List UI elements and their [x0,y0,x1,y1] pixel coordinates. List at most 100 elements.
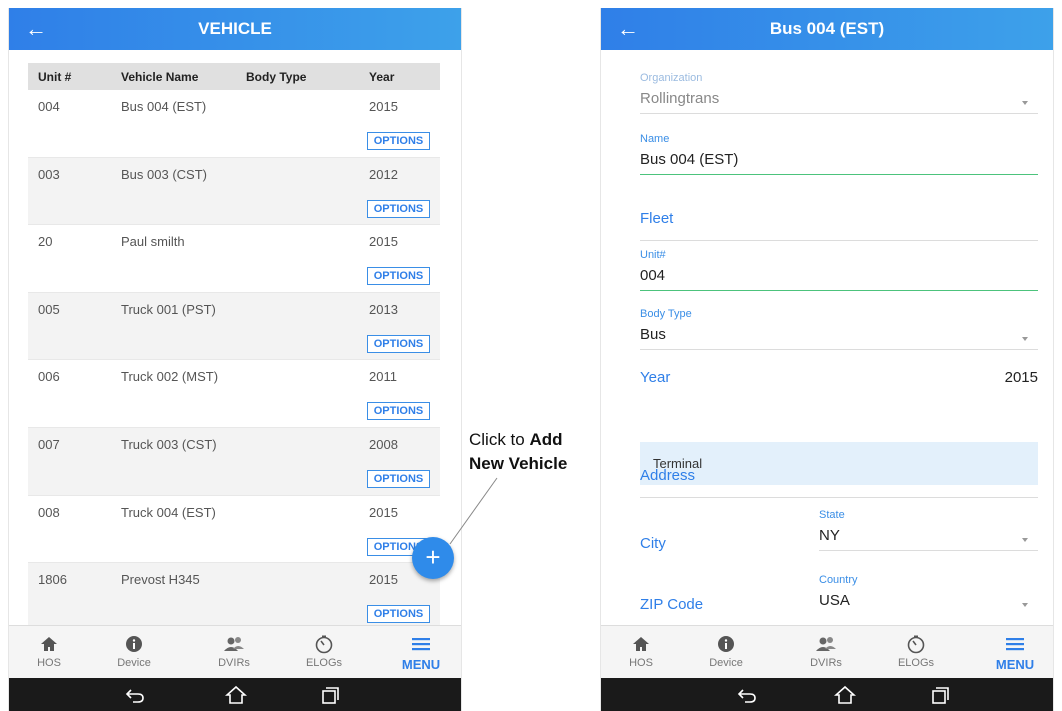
state-field[interactable]: State NY [819,509,1038,551]
field-label: Address [640,467,696,484]
nav-label: HOS [37,657,61,669]
back-icon[interactable] [736,685,758,705]
field-value: Rollingtrans [640,90,720,107]
home-button-icon[interactable] [225,685,247,705]
people-icon [816,637,836,651]
app-bar: ← Bus 004 (EST) [601,8,1053,50]
people-icon [224,637,244,651]
table-row[interactable]: 007 Truck 003 (CST) 2008 OPTIONS [28,427,440,496]
field-label: Year [640,369,671,386]
page-title: VEHICLE [198,19,272,38]
nav-item-dvirs[interactable]: DVIRs [786,626,866,679]
cell-vehicle-name: Truck 002 (MST) [121,369,219,385]
header-vehicle-name: Vehicle Name [121,70,199,84]
dropdown-caret-icon [1022,603,1028,607]
options-button[interactable]: OPTIONS [367,605,430,624]
field-value: 004 [640,267,666,284]
table-row[interactable]: 20 Paul smilth 2015 OPTIONS [28,225,440,293]
nav-item-elogs[interactable]: ELOGs [284,626,364,679]
home-icon [633,637,649,651]
field-label: Unit# [640,249,666,261]
table-row[interactable]: 1806 Prevost H345 2015 OPTIONS [28,563,440,631]
field-underline [640,240,1038,241]
options-button[interactable]: OPTIONS [367,199,430,218]
nav-item-hos[interactable]: HOS [601,626,681,679]
callout-prefix: Click to [469,430,530,449]
field-underline [640,174,1038,175]
options-button[interactable]: OPTIONS [367,334,430,353]
bottom-nav: HOS Device DVIRs ELOGs MENU [601,625,1053,678]
callout-bold-new-vehicle: New Vehicle [469,454,568,473]
nav-item-device[interactable]: Device [686,626,766,679]
dropdown-caret-icon [1022,101,1028,105]
field-underline [640,290,1038,291]
dropdown-caret-icon [1022,337,1028,341]
nav-item-dvirs[interactable]: DVIRs [194,626,274,679]
table-header: Unit # Vehicle Name Body Type Year [28,63,440,90]
field-label: Organization [640,72,703,84]
system-nav-bar [9,678,461,711]
address-field[interactable]: Address [640,467,1038,498]
cell-vehicle-name: Truck 004 (EST) [121,504,216,520]
page-title: Bus 004 (EST) [769,19,885,38]
cell-year: 2015 [369,99,398,114]
system-nav-bar [601,678,1053,711]
field-label: Country [819,574,858,586]
nav-item-hos[interactable]: HOS [9,626,89,679]
nav-label: HOS [629,657,653,669]
timer-icon [315,635,333,654]
nav-label: Device [117,657,151,669]
cell-unit: 006 [38,369,60,385]
field-underline [640,497,1038,498]
cell-year: 2015 [369,572,398,588]
organization-field[interactable]: Organization Rollingtrans [640,72,1038,114]
add-vehicle-callout: Click to Add New Vehicle [469,428,567,476]
bottom-nav: HOS Device DVIRs ELOGs MENU [9,625,461,678]
cell-year: 2008 [369,436,398,452]
unit-field[interactable]: Unit# 004 [640,249,1038,291]
table-row[interactable]: 006 Truck 002 (MST) 2011 OPTIONS [28,360,440,428]
recent-apps-icon[interactable] [319,685,341,705]
cell-vehicle-name: Prevost H345 [121,572,200,588]
options-button[interactable]: OPTIONS [367,132,430,150]
year-field[interactable]: Year 2015 [640,369,1038,387]
field-value: 2015 [1004,369,1038,386]
info-icon [126,636,142,652]
fleet-field[interactable]: Fleet [640,210,1038,241]
table-row[interactable]: 005 Truck 001 (PST) 2013 OPTIONS [28,292,440,361]
body-type-field[interactable]: Body Type Bus [640,308,1038,350]
nav-item-elogs[interactable]: ELOGs [876,626,956,679]
recent-apps-icon[interactable] [929,685,951,705]
dropdown-caret-icon [1022,538,1028,542]
zip-code-field[interactable]: ZIP Code [640,595,790,613]
cell-unit: 008 [38,504,60,520]
options-button[interactable]: OPTIONS [367,267,430,286]
nav-item-device[interactable]: Device [94,626,174,679]
nav-item-menu[interactable]: MENU [381,626,461,679]
nav-label: MENU [995,657,1035,672]
table-row[interactable]: 008 Truck 004 (EST) 2015 OPTIONS [28,496,440,564]
table-row[interactable]: 004 Bus 004 (EST) 2015 OPTIONS [28,90,440,158]
city-field[interactable]: City [640,528,790,552]
nav-label: DVIRs [810,657,842,669]
cell-year: 2011 [369,369,397,385]
nav-label: MENU [401,657,441,672]
field-value: NY [819,527,840,544]
header-year: Year [369,70,395,84]
cell-unit: 004 [38,99,60,114]
field-value: USA [819,592,850,609]
name-field[interactable]: Name Bus 004 (EST) [640,133,1038,175]
cell-unit: 005 [38,301,60,317]
table-row[interactable]: 003 Bus 003 (CST) 2012 OPTIONS [28,157,440,226]
options-button[interactable]: OPTIONS [367,469,430,488]
home-button-icon[interactable] [834,685,856,705]
cell-year: 2015 [369,504,398,520]
cell-vehicle-name: Truck 001 (PST) [121,301,216,317]
add-vehicle-button[interactable]: + [412,537,454,579]
field-underline [819,550,1038,551]
back-icon[interactable] [124,685,146,705]
field-label: ZIP Code [640,596,704,613]
nav-item-menu[interactable]: MENU [975,626,1053,679]
country-field[interactable]: Country USA [819,574,1038,609]
options-button[interactable]: OPTIONS [367,402,430,421]
